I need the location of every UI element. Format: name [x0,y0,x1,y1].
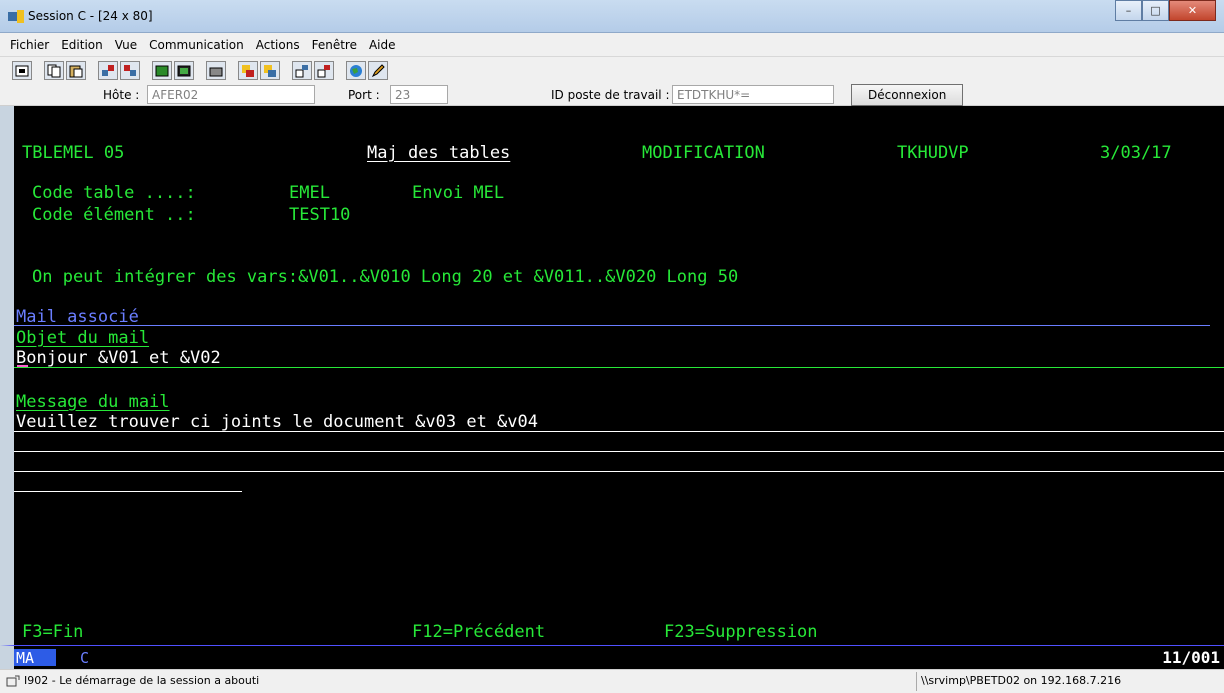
code-element-label: Code élément ..: [32,205,196,225]
user-id: TKHUDVP [897,143,969,163]
code-table-label: Code table ....: [32,183,196,203]
edit-icon[interactable] [368,61,388,80]
terminal-app-icon [8,10,24,23]
message-field-underline-4[interactable] [14,491,242,492]
message-field-underline-1 [14,431,1224,432]
workstation-id-field[interactable]: ETDTKHU*= [672,85,834,104]
print-screen-icon[interactable] [12,61,32,80]
oia-mode: MA [14,649,56,667]
status-bar: I902 - Le démarrage de la session a abou… [0,669,1224,693]
title-bar: Session C - [24 x 80] – □ ✕ [0,0,1224,33]
menu-aide[interactable]: Aide [363,38,402,52]
text-cursor [17,365,28,367]
terminal-screen[interactable]: TBLEMEL 05 Maj des tables MODIFICATION T… [0,106,1224,645]
port-label: Port : [348,88,380,102]
macro-icon[interactable] [206,61,226,80]
globe-icon[interactable] [346,61,366,80]
cursor-position: 11/001 [1162,648,1220,667]
play-macro-icon[interactable] [260,61,280,80]
close-button[interactable]: ✕ [1169,0,1216,21]
maximize-button[interactable]: □ [1142,0,1169,21]
host-label: Hôte : [103,88,140,102]
session-status-icon [6,675,20,687]
send-icon[interactable] [98,61,118,80]
window-title: Session C - [24 x 80] [28,9,153,23]
mail-associated-label: Mail associé [16,307,139,327]
code-table-desc: Envoi MEL [412,183,505,203]
record-macro-icon[interactable] [238,61,258,80]
f12-key-label[interactable]: F12=Précédent [412,622,545,642]
separator-line [14,325,1210,326]
menu-fichier[interactable]: Fichier [4,38,55,52]
subject-input[interactable]: Bonjour &V01 et &V02 [16,348,221,368]
menu-bar: Fichier Edition Vue Communication Action… [0,33,1224,57]
printer-session: \\srvimp\PBETD02 on 192.168.7.216 [916,672,1204,691]
screen-date: 3/03/17 [1100,143,1172,163]
minimize-button[interactable]: – [1115,0,1142,21]
subject-label: Objet du mail [16,328,150,348]
variables-info: On peut intégrer des vars:&V01..&V010 Lo… [32,267,739,287]
paste-icon[interactable] [66,61,86,80]
code-element-value: TEST10 [289,205,351,225]
menu-fenetre[interactable]: Fenêtre [306,38,363,52]
menu-edition[interactable]: Edition [55,38,109,52]
toolbar: Hôte : AFER02 Port : 23 ID poste de trav… [0,57,1224,106]
keyboard-icon[interactable] [174,61,194,80]
message-field-underline-2[interactable] [14,451,1224,452]
screen-mode: MODIFICATION [642,143,765,163]
workstation-id-label: ID poste de travail : [551,88,670,102]
program-name: TBLEMEL 05 [22,143,125,163]
message-input-line-1[interactable]: Veuillez trouver ci joints le document &… [16,412,538,432]
menu-communication[interactable]: Communication [143,38,250,52]
f3-key-label[interactable]: F3=Fin [22,622,83,642]
message-field-underline-3[interactable] [14,471,1224,472]
status-message: I902 - Le démarrage de la session a abou… [24,674,260,687]
f23-key-label[interactable]: F23=Suppression [664,622,818,642]
menu-actions[interactable]: Actions [250,38,306,52]
subject-field-underline [14,367,1224,368]
transfer-receive-icon[interactable] [314,61,334,80]
port-field[interactable]: 23 [390,85,448,104]
disconnect-button[interactable]: Déconnexion [851,84,964,106]
receive-icon[interactable] [120,61,140,80]
code-table-value: EMEL [289,183,330,203]
oia-indicator: C [80,649,90,667]
host-field[interactable]: AFER02 [147,85,315,104]
menu-vue[interactable]: Vue [109,38,143,52]
screen-heading: Maj des tables [367,143,511,163]
transfer-send-icon[interactable] [292,61,312,80]
display-icon[interactable] [152,61,172,80]
message-label: Message du mail [16,392,170,412]
operator-info-area: MA C 11/001 [0,645,1224,669]
copy-icon[interactable] [44,61,64,80]
